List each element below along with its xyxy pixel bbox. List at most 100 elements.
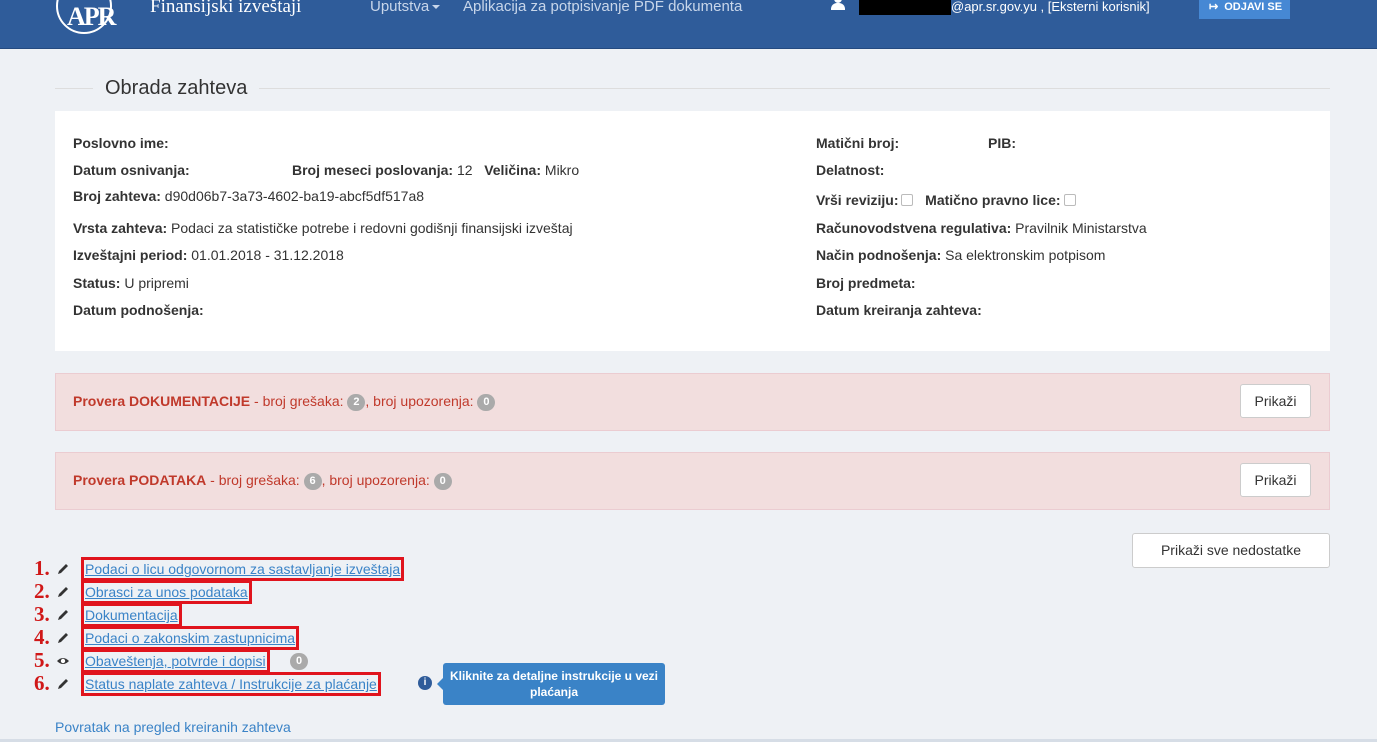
label: Broj predmeta: bbox=[816, 275, 916, 291]
data-check-alert: Provera PODATAKA - broj grešaka: 6, broj… bbox=[55, 452, 1330, 510]
link-highlight-box: Podaci o zakonskim zastupnicima bbox=[81, 626, 300, 650]
label: Vrsta zahteva: bbox=[73, 220, 168, 236]
racunovodstvena-row: Računovodstvena regulativa: Pravilnik Mi… bbox=[816, 219, 1147, 237]
alert-title: Provera DOKUMENTACIJE bbox=[73, 393, 251, 409]
link-notifications[interactable]: Obaveštenja, potvrde i dopisi bbox=[85, 653, 266, 669]
page-title-section: Obrada zahteva bbox=[55, 74, 1330, 104]
warning-count-badge: 0 bbox=[477, 394, 496, 411]
alert-text: Provera DOKUMENTACIJE - broj grešaka: 2,… bbox=[73, 393, 496, 411]
item-number: 1. bbox=[34, 556, 50, 580]
nav-uputstva-dropdown[interactable]: Uputstva bbox=[370, 0, 441, 15]
label: Broj meseci poslovanja: bbox=[292, 162, 454, 178]
info-icon[interactable]: i bbox=[418, 676, 432, 690]
alert-mid: - broj grešaka: bbox=[250, 393, 348, 409]
label: PIB: bbox=[988, 135, 1016, 151]
eye-icon bbox=[57, 658, 69, 664]
nav-uputstva-label: Uputstva bbox=[370, 0, 430, 15]
label: Broj zahteva: bbox=[73, 188, 161, 204]
label: Način podnošenja: bbox=[816, 247, 942, 263]
logout-button[interactable]: ↦ ODJAVI SE bbox=[1199, 0, 1290, 19]
item-number: 5. bbox=[34, 648, 50, 672]
datum-osnivanja-row: Datum osnivanja: bbox=[73, 161, 190, 179]
item-number: 2. bbox=[34, 579, 50, 603]
poslovno-ime-row: Poslovno ime: bbox=[73, 134, 169, 152]
documentation-check-alert: Provera DOKUMENTACIJE - broj grešaka: 2,… bbox=[55, 373, 1330, 431]
value: 12 bbox=[453, 162, 473, 178]
revizija-row: Vrši reviziju: Matično pravno lice: bbox=[816, 191, 1076, 209]
broj-predmeta-row: Broj predmeta: bbox=[816, 274, 916, 292]
alert-warn-label: , broj upozorenja: bbox=[321, 472, 434, 488]
broj-meseci-row: Broj meseci poslovanja: 12 Veličina: Mik… bbox=[292, 161, 579, 179]
pib-row: PIB: bbox=[988, 134, 1016, 152]
pencil-icon bbox=[58, 610, 68, 620]
back-to-requests-link[interactable]: Povratak na pregled kreiranih zahteva bbox=[55, 719, 291, 735]
caret-down-icon bbox=[432, 5, 441, 9]
show-all-issues-button[interactable]: Prikaži sve nedostatke bbox=[1132, 533, 1330, 568]
alert-mid: - broj grešaka: bbox=[206, 472, 304, 488]
label: Poslovno ime: bbox=[73, 135, 169, 151]
link-data-entry-forms[interactable]: Obrasci za unos podataka bbox=[85, 584, 248, 600]
warning-count-badge: 0 bbox=[433, 473, 452, 490]
value: Pravilnik Ministarstva bbox=[1011, 220, 1147, 236]
value: Sa elektronskim potpisom bbox=[941, 247, 1106, 263]
datum-kreiranja-row: Datum kreiranja zahteva: bbox=[816, 301, 982, 319]
show-data-button[interactable]: Prikaži bbox=[1240, 463, 1311, 497]
value: 01.01.2018 - 31.12.2018 bbox=[187, 247, 344, 263]
izvestajni-period-row: Izveštajni period: 01.01.2018 - 31.12.20… bbox=[73, 246, 344, 264]
link-legal-representatives[interactable]: Podaci o zakonskim zastupnicima bbox=[85, 630, 295, 646]
show-documentation-button[interactable]: Prikaži bbox=[1240, 384, 1311, 418]
label: Izveštajni period: bbox=[73, 247, 188, 263]
notifications-count-badge: 0 bbox=[290, 653, 308, 670]
label: Delatnost: bbox=[816, 162, 885, 178]
label: Datum osnivanja: bbox=[73, 162, 190, 178]
vrsta-zahteva-row: Vrsta zahteva: Podaci za statističke pot… bbox=[73, 219, 573, 237]
logout-icon: ↦ bbox=[1209, 1, 1219, 13]
nacin-row: Način podnošenja: Sa elektronskim potpis… bbox=[816, 246, 1105, 264]
error-count-badge: 2 bbox=[347, 394, 366, 411]
request-info-panel: Poslovno ime: Datum osnivanja: Broj mese… bbox=[55, 111, 1330, 351]
pencil-icon bbox=[58, 564, 68, 574]
link-payment-status[interactable]: Status naplate zahteva / Instrukcije za … bbox=[85, 676, 377, 692]
link-highlight-box: Dokumentacija bbox=[81, 603, 182, 627]
item-number: 4. bbox=[34, 625, 50, 649]
pencil-icon bbox=[58, 679, 68, 689]
value: d90d06b7-3a73-4602-ba19-abcf5df517a8 bbox=[160, 188, 425, 204]
alert-title: Provera PODATAKA bbox=[73, 472, 207, 488]
value: U pripremi bbox=[120, 275, 189, 291]
user-email: @apr.sr.gov.yu , [Eksterni korisnik] bbox=[951, 0, 1150, 14]
link-documentation[interactable]: Dokumentacija bbox=[85, 607, 178, 623]
page-title: Obrada zahteva bbox=[93, 74, 260, 102]
maticni-broj-row: Matični broj: bbox=[816, 134, 899, 152]
maticno-pravno-lice-checkbox[interactable] bbox=[1063, 194, 1076, 206]
nav-pdf-signing-app[interactable]: Aplikacija za potpisivanje PDF dokumenta bbox=[463, 0, 742, 14]
label: Vrši reviziju: bbox=[816, 192, 899, 208]
payment-instructions-tooltip: Kliknite za detaljne instrukcije u vezi … bbox=[437, 663, 665, 705]
logo-text: APR bbox=[67, 2, 116, 31]
pencil-icon bbox=[58, 587, 68, 597]
item-number: 6. bbox=[34, 671, 50, 695]
logout-label: ODJAVI SE bbox=[1224, 1, 1283, 13]
label: Računovodstvena regulativa: bbox=[816, 220, 1012, 236]
user-icon bbox=[830, 0, 846, 10]
value: Podaci za statističke potrebe i redovni … bbox=[167, 220, 573, 236]
pencil-icon bbox=[58, 633, 68, 643]
item-number: 3. bbox=[34, 602, 50, 626]
label: Veličina: bbox=[484, 162, 542, 178]
link-highlight-box: Obrasci za unos podataka bbox=[81, 580, 252, 604]
broj-zahteva-row: Broj zahteva: d90d06b7-3a73-4602-ba19-ab… bbox=[73, 187, 424, 205]
error-count-badge: 6 bbox=[303, 473, 322, 490]
link-highlight-box: Podaci o licu odgovornom za sastavljanje… bbox=[81, 557, 405, 581]
delatnost-row: Delatnost: bbox=[816, 161, 884, 179]
alert-text: Provera PODATAKA - broj grešaka: 6, broj… bbox=[73, 472, 452, 490]
link-responsible-person[interactable]: Podaci o licu odgovornom za sastavljanje… bbox=[85, 561, 400, 577]
link-highlight-box: Obaveštenja, potvrde i dopisi bbox=[81, 649, 270, 673]
status-row: Status: U pripremi bbox=[73, 274, 189, 292]
link-highlight-box: Status naplate zahteva / Instrukcije za … bbox=[81, 672, 381, 696]
brand-title[interactable]: Finansijski izveštaji bbox=[150, 0, 301, 16]
top-navbar: APR Finansijski izveštaji Uputstva Aplik… bbox=[0, 0, 1377, 49]
label: Matični broj: bbox=[816, 135, 900, 151]
vrsi-reviziju-checkbox[interactable] bbox=[901, 194, 914, 206]
alert-warn-label: , broj upozorenja: bbox=[365, 393, 478, 409]
label: Datum kreiranja zahteva: bbox=[816, 302, 982, 318]
apr-logo[interactable]: APR bbox=[56, 0, 116, 34]
